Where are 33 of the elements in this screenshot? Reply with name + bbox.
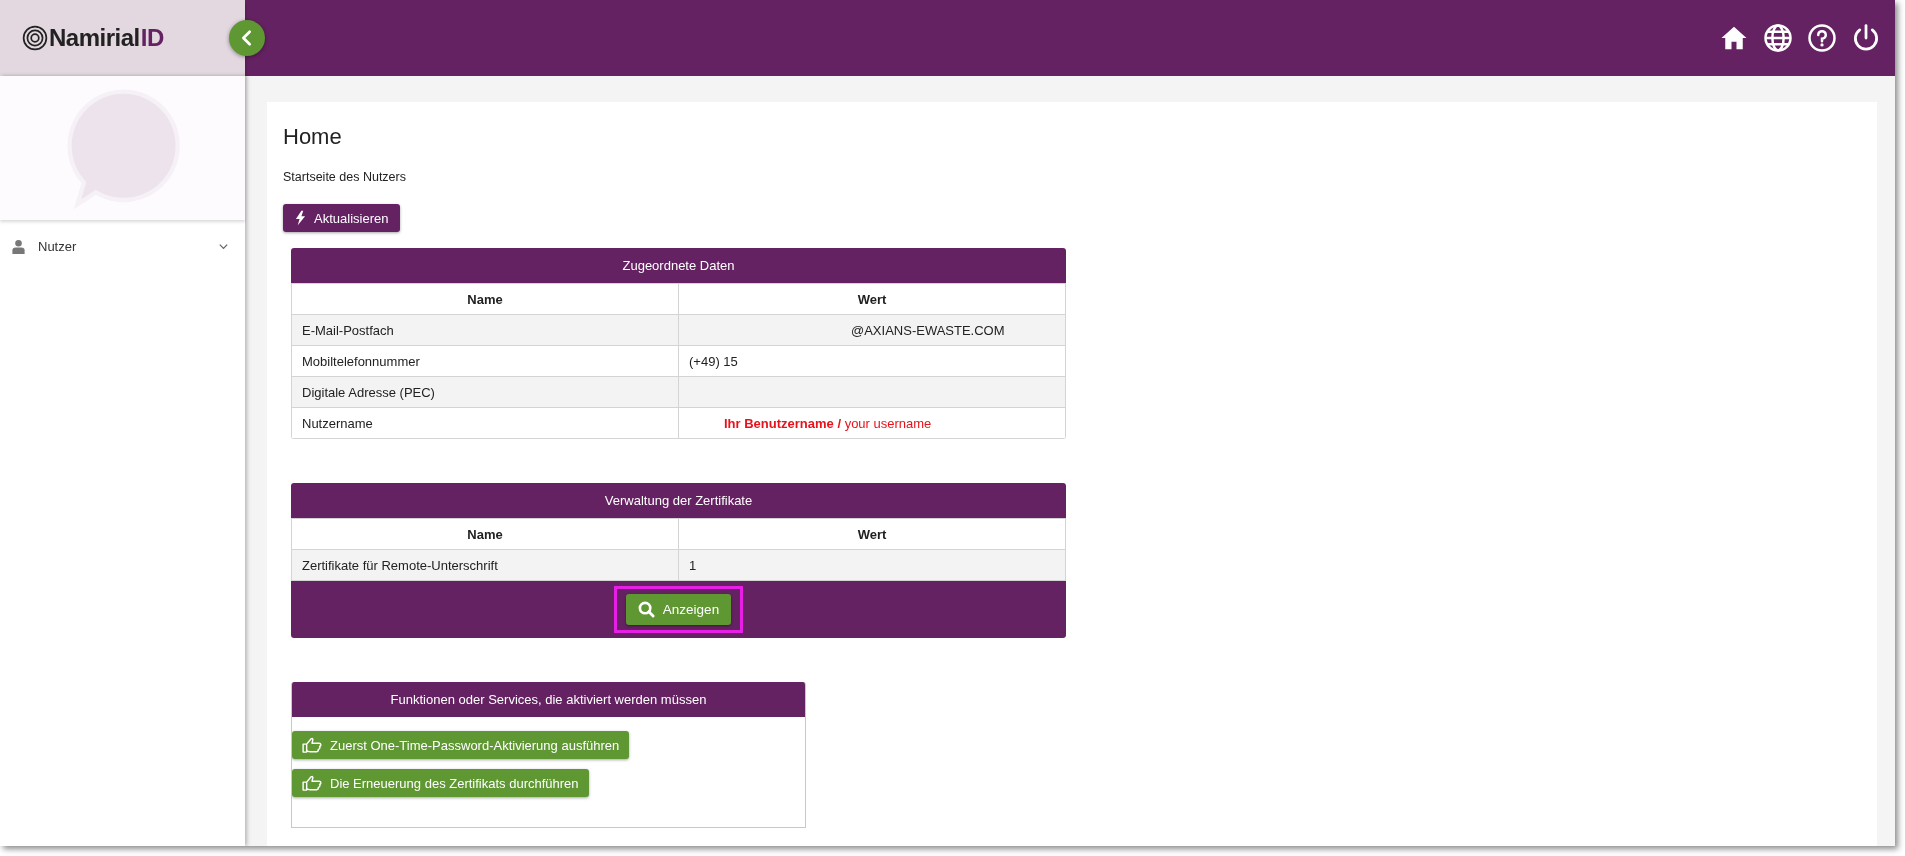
lightning-icon <box>295 210 306 226</box>
table-cell: Ihr Benutzername / your username <box>678 407 1066 439</box>
page-title: Home <box>283 124 343 150</box>
column-header: Name <box>291 518 679 550</box>
user-icon <box>11 238 26 254</box>
table-cell: Mobiltelefonnummer <box>291 345 679 377</box>
globe-icon[interactable] <box>1763 23 1793 53</box>
column-header: Name <box>291 283 679 315</box>
sidebar-item[interactable]: Nutzer <box>0 228 245 264</box>
panel-title: Funktionen oder Services, die aktiviert werden müssen <box>292 682 805 717</box>
power-icon[interactable] <box>1851 23 1881 53</box>
refresh-button[interactable]: Aktualisieren <box>283 204 401 232</box>
table-cell: Digitale Adresse (PEC) <box>291 376 679 408</box>
table-cell: E-Mail-Postfach <box>291 314 679 346</box>
table-cell: Zertifikate für Remote-Unterschrift <box>291 549 679 581</box>
table-title: Verwaltung der Zertifikate <box>291 483 1066 518</box>
table-title: Zugeordnete Daten <box>291 248 1066 283</box>
action-button[interactable]: Die Erneuerung des Zertifikats durchführen <box>292 769 589 797</box>
column-header: Wert <box>678 283 1066 315</box>
search-icon <box>637 601 655 618</box>
pointing-hand-icon <box>302 737 322 753</box>
table-cell: Nutzername <box>291 407 679 439</box>
logo: NamirialID <box>22 24 164 52</box>
table-cell: 1 <box>678 549 1066 581</box>
page-subtitle: Startseite des Nutzers <box>283 170 407 184</box>
logo-icon <box>22 25 48 51</box>
table-cell: @AXIANS-EWASTE.COM <box>678 314 1066 346</box>
show-button[interactable]: Anzeigen <box>625 594 732 625</box>
help-icon[interactable] <box>1807 23 1837 53</box>
column-header: Wert <box>678 518 1066 550</box>
action-button[interactable]: Zuerst One-Time-Password-Aktivierung ausführen <box>292 731 630 759</box>
table-cell: (+49) 15 <box>678 345 1066 377</box>
pointing-hand-icon <box>302 775 322 791</box>
